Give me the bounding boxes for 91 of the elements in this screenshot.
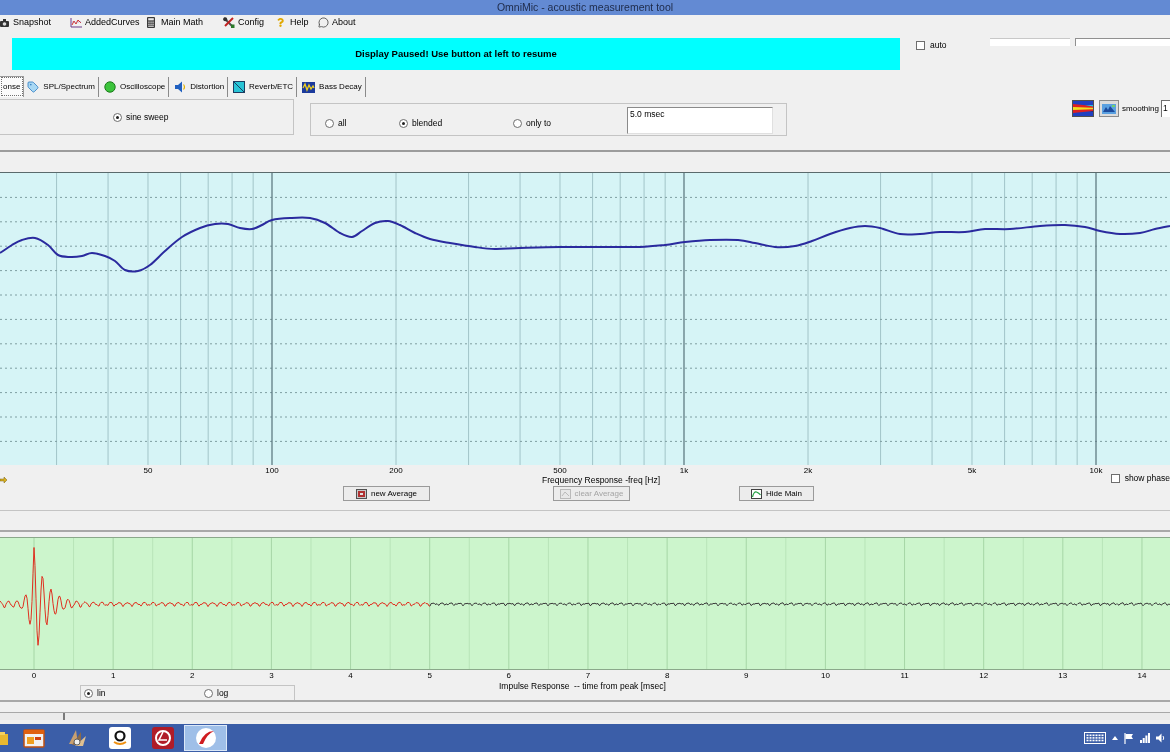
axis-tick-label: 6 <box>506 672 512 680</box>
menu-item[interactable]: Config <box>223 17 264 28</box>
menu-item[interactable]: About <box>318 17 356 28</box>
tools-icon <box>223 17 235 28</box>
axis-tick-label: 100 <box>265 467 279 475</box>
keyboard-icon[interactable] <box>1084 732 1106 744</box>
axis-tick-label: 5k <box>967 467 977 475</box>
image-icon <box>1102 103 1117 114</box>
tab[interactable]: onse <box>0 76 25 97</box>
curve-icon <box>751 488 762 499</box>
input-field[interactable] <box>990 38 1070 46</box>
action-button[interactable]: Hide Main <box>739 486 814 501</box>
flag-icon[interactable] <box>1124 732 1134 744</box>
spectrum-icon <box>1073 101 1094 116</box>
tab[interactable]: Reverb/ETC <box>230 77 298 97</box>
waveform-icon <box>302 81 316 93</box>
axis-tick-label: 7 <box>585 672 591 680</box>
time-field[interactable]: 5.0 msec <box>627 107 773 134</box>
window-icon <box>22 728 45 748</box>
action-button[interactable]: new Average <box>343 486 430 501</box>
folder-icon <box>0 731 8 745</box>
axis-tick-label: 10 <box>820 672 830 680</box>
axis-tick-label: 9 <box>744 672 749 680</box>
menu-item[interactable]: Main Math <box>147 17 204 28</box>
radio-label: only to <box>526 119 552 128</box>
checkbox-label: auto <box>930 41 947 50</box>
radio-label: sine sweep <box>126 112 169 122</box>
tab[interactable]: SPL/Spectrum <box>24 77 99 97</box>
tab[interactable]: Bass Decay <box>299 77 366 97</box>
tag-icon <box>27 81 40 93</box>
smoothing-field[interactable]: 1 <box>1161 100 1170 117</box>
radio-label: all <box>338 119 347 128</box>
menu-item[interactable]: Help <box>276 18 309 27</box>
axis-tick-label: 1 <box>110 672 116 680</box>
axis-tick-label: 3 <box>269 672 274 680</box>
axis-tick-label: 50 <box>143 467 153 475</box>
axis-title: Frequency Response -freq [Hz] <box>542 475 661 485</box>
toolbar-button[interactable] <box>1072 100 1095 117</box>
smile-logo-icon <box>108 727 131 749</box>
toolbar-button[interactable] <box>1099 100 1120 117</box>
smoothing-label: smoothing <box>1122 104 1159 113</box>
speech-bubble-icon <box>318 17 329 28</box>
axis-tick-label: 200 <box>389 467 403 475</box>
radio-label: blended <box>412 119 443 128</box>
checkbox[interactable] <box>916 41 925 50</box>
menu-item[interactable]: Snapshot <box>0 18 52 27</box>
scrollbar[interactable] <box>0 712 1170 720</box>
axis-tick-label: 2k <box>803 467 813 475</box>
axis-tick-label: 2 <box>190 672 195 680</box>
picture-icon <box>559 488 571 499</box>
diagonal-tile-icon <box>233 81 246 93</box>
radio-button[interactable] <box>325 119 334 128</box>
caret-up-icon[interactable] <box>1112 736 1118 740</box>
input-field[interactable] <box>1075 38 1170 46</box>
axis-tick-label: 11 <box>900 672 909 680</box>
radio-label: log <box>217 688 229 698</box>
banner-message: Display Paused! Use button at left to resume <box>355 49 557 59</box>
window-title: OmniMic - acoustic measurement tool <box>496 2 674 13</box>
radio-button[interactable] <box>399 119 408 128</box>
menu-item[interactable]: AddedCurves <box>70 17 140 28</box>
radio-button[interactable] <box>113 112 122 122</box>
speaker-icon[interactable] <box>1156 733 1166 743</box>
radio-button[interactable] <box>204 688 213 698</box>
checkbox-label: show phase <box>1124 474 1170 483</box>
axis-tick-label: 13 <box>1058 672 1068 680</box>
swoosh-icon <box>194 727 217 749</box>
axis-tick-label: 1k <box>679 467 689 475</box>
axis-tick-label: 8 <box>664 672 670 680</box>
camera-icon <box>0 18 9 27</box>
calculator-icon <box>147 17 155 28</box>
help-icon <box>276 18 285 27</box>
axis-title: Impulse Response -- time from peak [msec] <box>499 682 666 691</box>
axis-tick-label: 500 <box>553 467 567 475</box>
axis-tick-label: 5 <box>427 672 432 680</box>
radio-button[interactable] <box>513 119 522 128</box>
picture-icon <box>355 488 367 499</box>
axis-tick-label: 12 <box>979 672 989 680</box>
axis-tick-label: 14 <box>1137 672 1147 680</box>
axis-tick-label: 10k <box>1089 467 1103 475</box>
axis-tick-label: 4 <box>348 672 353 680</box>
scroll-thumb[interactable] <box>63 713 65 720</box>
radio-label: lin <box>97 688 106 698</box>
speaker-icon <box>174 81 187 93</box>
ring-tile-icon <box>151 727 174 749</box>
chart-icon <box>70 17 82 28</box>
signal-icon[interactable] <box>1140 733 1150 743</box>
radio-button[interactable] <box>84 688 93 698</box>
circle-icon <box>103 81 116 93</box>
axis-tick-label: 0 <box>31 672 37 680</box>
checkbox[interactable] <box>1110 474 1120 483</box>
arrow-icon <box>0 477 7 483</box>
